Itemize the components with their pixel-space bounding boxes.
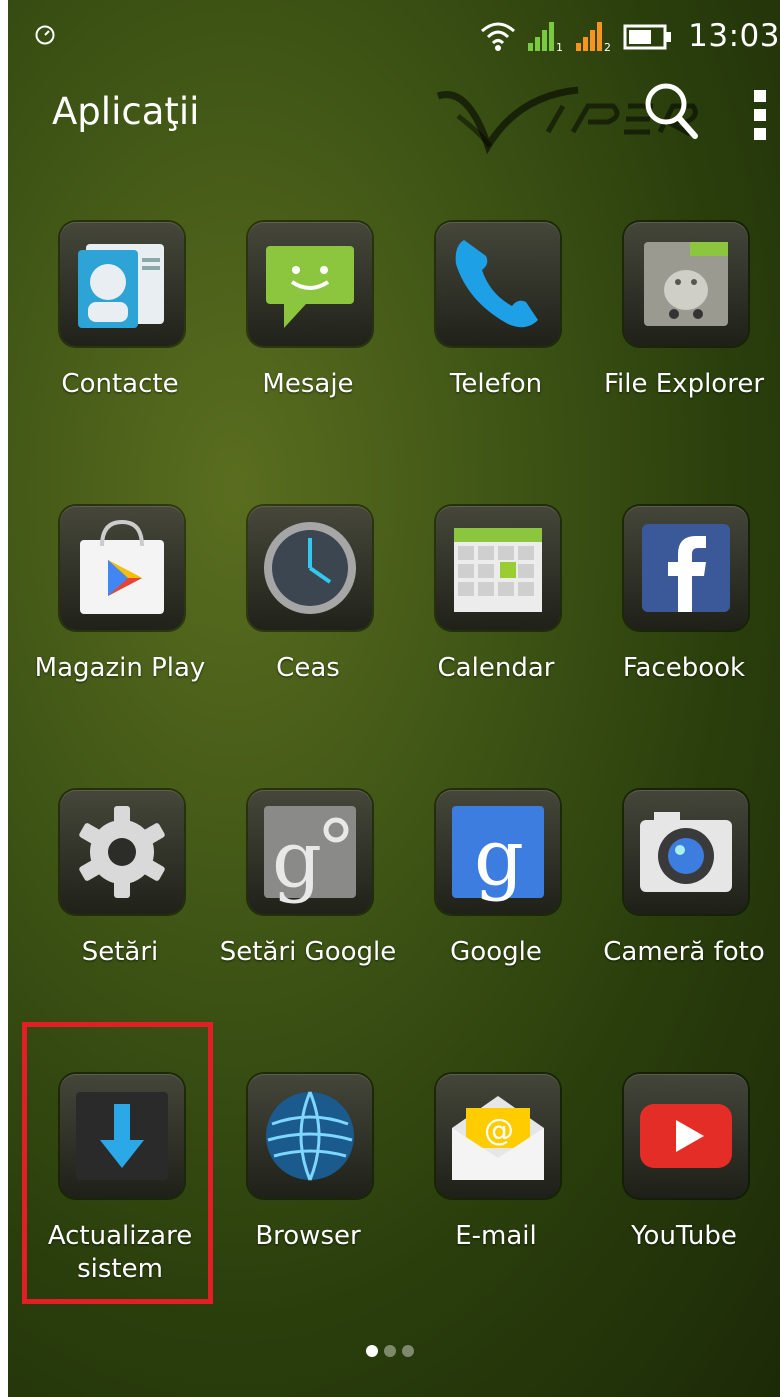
svg-text:g: g — [474, 813, 524, 903]
svg-text:@: @ — [484, 1113, 514, 1148]
app-e-mail[interactable]: @ E-mail — [402, 1074, 590, 1324]
page-title: Aplicaţii — [52, 90, 200, 133]
app-calendar[interactable]: Calendar — [402, 506, 590, 756]
facebook-icon — [642, 524, 730, 612]
browser-globe-icon — [266, 1091, 354, 1181]
google-search-icon: g — [452, 806, 544, 903]
app-label: Telefon — [449, 369, 543, 399]
email-icon: @ — [452, 1096, 544, 1180]
app-telefon[interactable]: Telefon — [402, 222, 590, 472]
app-setari[interactable]: Setări — [26, 790, 214, 1040]
app-camera-foto[interactable]: Cameră foto — [590, 790, 778, 1040]
app-setari-google[interactable]: g Setări Google — [214, 790, 402, 1040]
app-label: Mesaje — [262, 369, 354, 399]
app-browser[interactable]: Browser — [214, 1074, 402, 1324]
app-label: E-mail — [455, 1221, 537, 1251]
app-label: Ceas — [276, 653, 340, 683]
signal-sim2-icon: 2 — [576, 22, 611, 53]
status-clock: 13:03 — [688, 18, 780, 54]
app-label: Cameră foto — [603, 937, 765, 967]
app-youtube[interactable]: YouTube — [590, 1074, 778, 1324]
app-magazin-play[interactable]: Magazin Play — [26, 506, 214, 756]
app-contacte[interactable]: Contacte — [26, 222, 214, 472]
settings-gear-icon — [79, 806, 165, 898]
app-label: Google — [450, 937, 542, 967]
file-explorer-icon — [644, 242, 728, 326]
page-indicator — [0, 1345, 780, 1357]
search-icon — [645, 83, 698, 139]
camera-icon — [640, 812, 732, 892]
signal-sim1-icon: 1 — [528, 22, 563, 53]
overflow-menu-button[interactable] — [744, 86, 778, 146]
app-mesaje[interactable]: Mesaje — [214, 222, 402, 472]
app-label: Browser — [255, 1221, 361, 1251]
svg-text:2: 2 — [604, 41, 611, 53]
app-label: YouTube — [631, 1221, 737, 1251]
battery-icon — [623, 24, 672, 50]
action-bar: Aplicaţii — [0, 72, 780, 162]
page-dot — [384, 1345, 396, 1357]
messaging-icon — [266, 246, 354, 328]
wifi-icon — [481, 22, 516, 51]
app-label: Calendar — [437, 653, 555, 683]
page-dot — [402, 1345, 414, 1357]
app-label: Facebook — [622, 653, 746, 683]
app-facebook[interactable]: Facebook — [590, 506, 778, 756]
page-dot-active — [366, 1345, 378, 1357]
app-google[interactable]: g Google — [402, 790, 590, 1040]
app-label: Setări — [81, 937, 159, 967]
calendar-icon — [454, 528, 542, 612]
phone-icon — [455, 240, 538, 328]
app-file-explorer[interactable]: File Explorer — [590, 222, 778, 472]
app-label: File Explorer — [603, 369, 765, 399]
youtube-icon — [640, 1104, 732, 1168]
svg-text:g: g — [272, 815, 322, 904]
play-store-icon — [80, 519, 164, 614]
highlight-box — [22, 1022, 213, 1304]
app-label: Magazin Play — [34, 653, 206, 683]
contacts-icon — [78, 244, 164, 328]
status-bar: 1 2 13:03 — [0, 10, 780, 58]
clock-icon — [264, 522, 356, 614]
search-button[interactable] — [640, 78, 700, 148]
google-settings-icon: g — [264, 806, 356, 904]
speedometer-icon — [35, 25, 55, 45]
app-ceas[interactable]: Ceas — [214, 506, 402, 756]
overflow-menu-icon — [754, 90, 766, 140]
app-label: Setări Google — [219, 937, 397, 967]
svg-text:1: 1 — [556, 41, 563, 53]
app-label: Contacte — [61, 369, 179, 399]
